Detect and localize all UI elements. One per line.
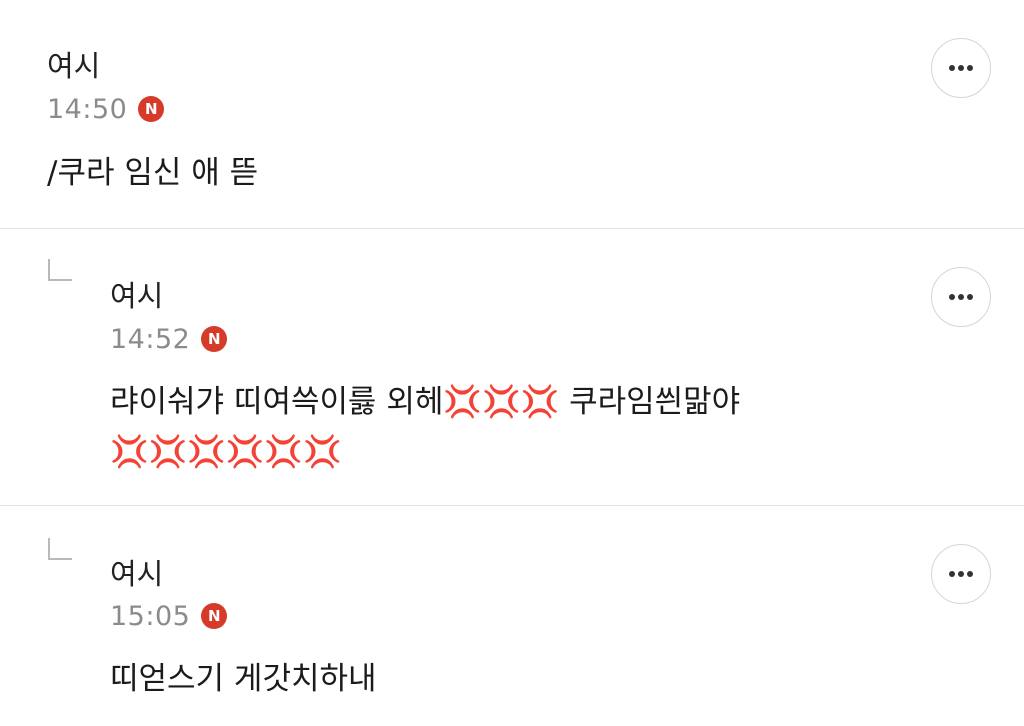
more-options-button[interactable] bbox=[931, 38, 991, 98]
new-badge: N bbox=[138, 96, 165, 122]
new-badge: N bbox=[201, 603, 228, 629]
comment-text: 띠얻스기 게갓치하내 bbox=[110, 661, 377, 697]
more-horizontal-icon bbox=[949, 65, 973, 71]
comment-item: 여시 14:50 N /쿠라 임신 애 뜯 bbox=[0, 0, 1024, 228]
reply-comment-item: 여시 15:05 N 띠얻스기 게갓치하내 bbox=[0, 506, 1024, 726]
comment-meta: 14:52 N bbox=[110, 322, 228, 356]
comment-author[interactable]: 여시 bbox=[110, 279, 163, 313]
comment-meta: 14:50 N bbox=[47, 92, 165, 126]
more-horizontal-icon bbox=[949, 571, 973, 577]
new-badge: N bbox=[201, 326, 228, 352]
reply-arrow-icon bbox=[48, 538, 72, 560]
comment-author[interactable]: 여시 bbox=[110, 557, 163, 591]
comment-time: 15:05 bbox=[110, 600, 191, 632]
reply-arrow-icon bbox=[48, 259, 72, 281]
comment-author[interactable]: 여시 bbox=[47, 49, 100, 83]
more-horizontal-icon bbox=[949, 294, 973, 300]
comment-text: 랴이숴갸 띠여쓱이릃 외헤💢💢💢 쿠라임씐맒야 💢💢💢💢💢💢 bbox=[110, 384, 741, 470]
comment-meta: 15:05 N bbox=[110, 599, 228, 633]
comment-time: 14:50 bbox=[47, 93, 128, 125]
comment-time: 14:52 bbox=[110, 323, 191, 355]
more-options-button[interactable] bbox=[931, 267, 991, 327]
more-options-button[interactable] bbox=[931, 544, 991, 604]
reply-comment-item: 여시 14:52 N 랴이숴갸 띠여쓱이릃 외헤💢💢💢 쿠라임씐맒야 💢💢💢💢💢… bbox=[0, 229, 1024, 505]
comment-text: /쿠라 임신 애 뜯 bbox=[47, 155, 259, 191]
